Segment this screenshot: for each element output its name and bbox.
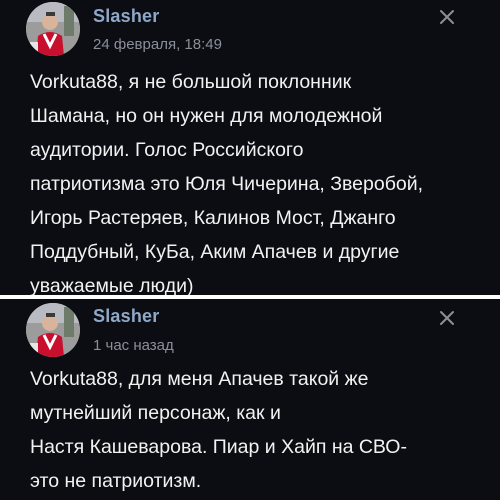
close-icon[interactable] [438,309,456,327]
close-icon[interactable] [438,8,456,26]
avatar[interactable] [26,303,80,357]
username[interactable]: Slasher [93,306,159,327]
avatar-image [26,2,80,56]
username[interactable]: Slasher [93,6,159,27]
avatar[interactable] [26,2,80,56]
timestamp: 24 февраля, 18:49 [93,36,222,53]
timestamp: 1 час назад [93,337,174,354]
comment-card: Slasher 24 февраля, 18:49 Vorkuta88, я н… [0,0,500,297]
comment-text: Vorkuta88, для меня Апачев такой же мутн… [30,368,407,492]
comment-card: Slasher 1 час назад Vorkuta88, для меня … [0,299,500,500]
comment-text: Vorkuta88, я не большой поклонник Шамана… [30,71,424,297]
avatar-image [26,303,80,357]
